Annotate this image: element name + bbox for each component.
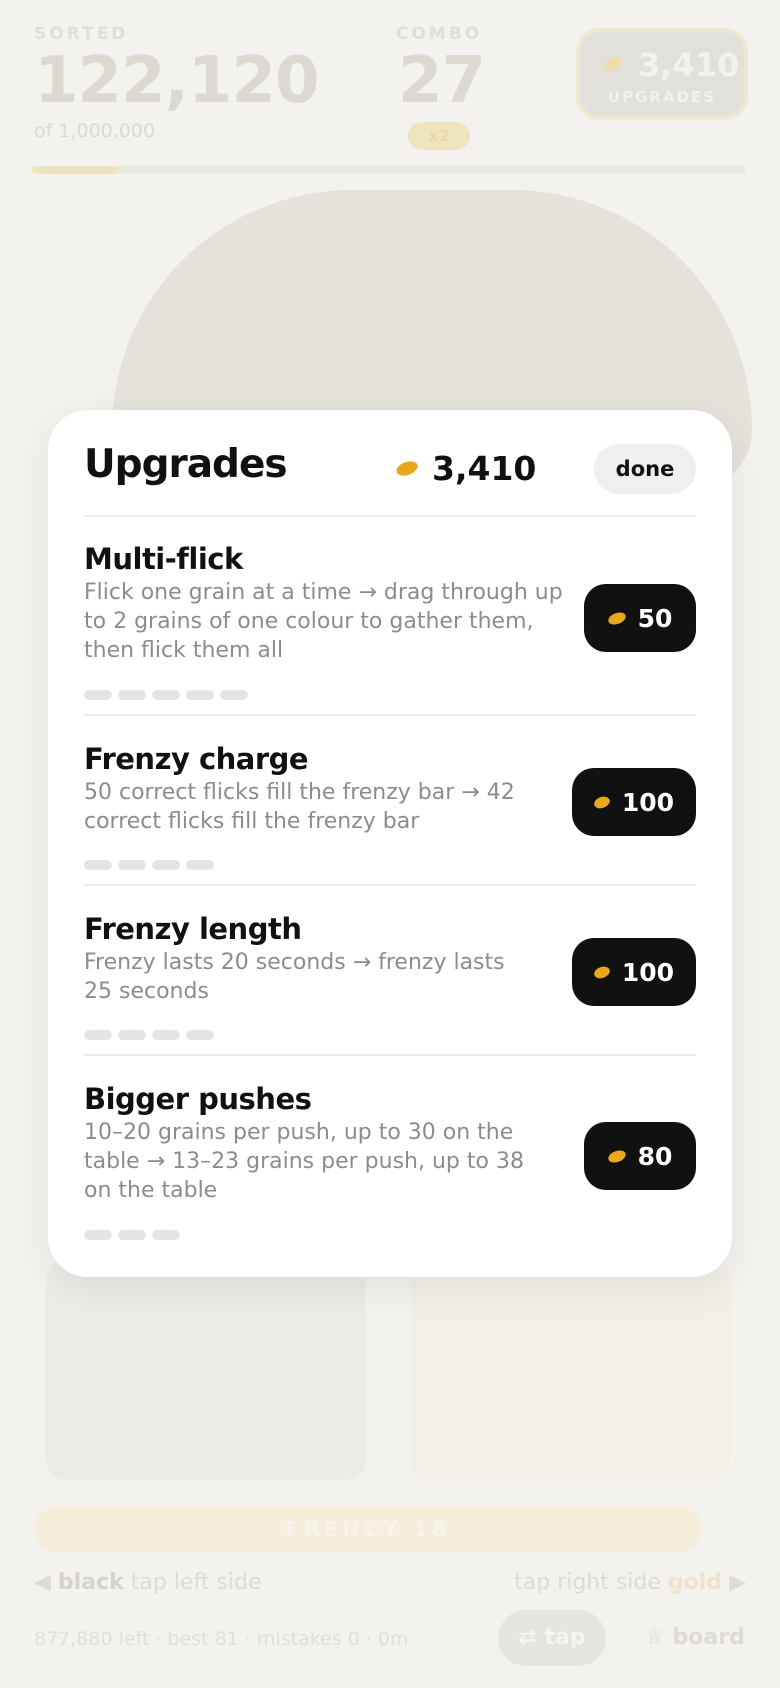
upgrade-name: Multi-flick bbox=[84, 542, 243, 576]
coin-icon bbox=[606, 609, 627, 627]
upgrade-description: Flick one grain at a time → drag through… bbox=[84, 580, 563, 663]
upgrade-level-pips bbox=[84, 1030, 220, 1040]
combo-multiplier-badge: x2 bbox=[408, 122, 470, 150]
level-pip bbox=[84, 860, 112, 870]
buy-price: 100 bbox=[621, 957, 674, 987]
level-pip bbox=[186, 1030, 214, 1040]
stats-footer: 877,880 left · best 81 · mistakes 0 · 0m bbox=[34, 1628, 409, 1650]
divider bbox=[84, 515, 696, 517]
upgrade-name: Frenzy charge bbox=[84, 742, 309, 776]
sorted-progress-fill bbox=[32, 166, 120, 174]
coin-icon bbox=[602, 54, 624, 74]
upgrades-open-button[interactable]: 3,410 UPGRADES bbox=[576, 28, 748, 120]
buy-button[interactable]: 50 bbox=[584, 584, 696, 652]
trophy-icon: ♕ bbox=[645, 1625, 673, 1650]
level-pip bbox=[118, 690, 146, 700]
upgrades-label: UPGRADES bbox=[607, 88, 717, 106]
coin-balance: 3,410 bbox=[394, 440, 537, 496]
level-pip bbox=[152, 1230, 180, 1240]
upgrade-item-multi-flick: Multi-flick Flick one grain at a time → … bbox=[84, 542, 696, 700]
coin-icon bbox=[592, 964, 612, 980]
left-side-color: black bbox=[57, 1570, 124, 1595]
upgrade-description: Frenzy lasts 20 seconds → frenzy lasts 2… bbox=[84, 950, 505, 1004]
level-pip bbox=[84, 690, 112, 700]
tap-label: tap bbox=[544, 1625, 586, 1650]
right-arrow-icon: ▶ bbox=[722, 1570, 746, 1595]
level-pip bbox=[118, 860, 146, 870]
right-side-color: gold bbox=[667, 1570, 723, 1595]
divider bbox=[84, 1054, 696, 1056]
right-side-hint-text: tap right side bbox=[514, 1570, 661, 1595]
modal-title: Upgrades bbox=[84, 442, 288, 487]
coin-balance-value: 3,410 bbox=[432, 448, 537, 488]
coin-icon bbox=[394, 458, 420, 478]
board-label: board bbox=[672, 1625, 745, 1650]
upgrades-modal: Upgrades 3,410 done Multi-flick Flick on… bbox=[48, 410, 732, 1277]
upgrade-level-pips bbox=[84, 1230, 186, 1240]
divider bbox=[84, 714, 696, 716]
upgrade-name: Bigger pushes bbox=[84, 1082, 312, 1116]
upgrade-name: Frenzy length bbox=[84, 912, 302, 946]
upgrade-item-frenzy-charge: Frenzy charge 50 correct flicks fill the… bbox=[84, 742, 696, 870]
sorted-value: 122,120 bbox=[34, 44, 319, 118]
upgrade-level-pips bbox=[84, 690, 254, 700]
level-pip bbox=[84, 1030, 112, 1040]
gold-sort-area[interactable] bbox=[410, 1260, 730, 1480]
level-pip bbox=[84, 1230, 112, 1240]
swap-icon: ⇄ bbox=[518, 1625, 545, 1650]
done-button[interactable]: done bbox=[594, 444, 696, 494]
level-pip bbox=[152, 1030, 180, 1040]
sorted-label: SORTED bbox=[34, 24, 129, 44]
upgrade-item-bigger-pushes: Bigger pushes 10–20 grains per push, up … bbox=[84, 1082, 696, 1240]
right-side-hint: tap right side gold ▶ bbox=[514, 1570, 746, 1595]
combo-label: COMBO bbox=[396, 24, 483, 44]
upgrade-description: 10–20 grains per push, up to 30 on the t… bbox=[84, 1120, 524, 1203]
sorted-progress-bar bbox=[32, 166, 746, 174]
buy-button[interactable]: 80 bbox=[584, 1122, 696, 1190]
upgrade-description: 50 correct flicks fill the frenzy bar → … bbox=[84, 780, 515, 834]
buy-price: 80 bbox=[637, 1141, 673, 1171]
level-pip bbox=[186, 690, 214, 700]
tap-mode-button[interactable]: ⇄ tap bbox=[498, 1610, 606, 1666]
level-pip bbox=[118, 1230, 146, 1240]
level-pip bbox=[220, 690, 248, 700]
sorted-total: of 1,000,000 bbox=[34, 120, 156, 142]
buy-button[interactable]: 100 bbox=[572, 768, 696, 836]
board-button[interactable]: ♕ board bbox=[640, 1610, 750, 1666]
level-pip bbox=[186, 860, 214, 870]
left-side-hint-text: tap left side bbox=[130, 1570, 262, 1595]
divider bbox=[84, 884, 696, 886]
upgrade-level-pips bbox=[84, 860, 220, 870]
level-pip bbox=[118, 1030, 146, 1040]
level-pip bbox=[152, 690, 180, 700]
upgrade-item-frenzy-length: Frenzy length Frenzy lasts 20 seconds → … bbox=[84, 912, 696, 1040]
left-side-hint: ◀ black tap left side bbox=[34, 1570, 262, 1595]
frenzy-bar: FRENZY 18 bbox=[34, 1506, 702, 1552]
coin-icon bbox=[606, 1147, 627, 1165]
black-sort-area[interactable] bbox=[46, 1260, 366, 1480]
coin-icon bbox=[592, 794, 612, 810]
level-pip bbox=[152, 860, 180, 870]
combo-value: 27 bbox=[398, 44, 486, 118]
buy-price: 50 bbox=[637, 603, 673, 633]
buy-button[interactable]: 100 bbox=[572, 938, 696, 1006]
upgrades-balance: 3,410 bbox=[638, 46, 740, 84]
buy-price: 100 bbox=[621, 787, 674, 817]
modal-header: Upgrades 3,410 done bbox=[84, 440, 696, 496]
left-arrow-icon: ◀ bbox=[34, 1570, 58, 1595]
